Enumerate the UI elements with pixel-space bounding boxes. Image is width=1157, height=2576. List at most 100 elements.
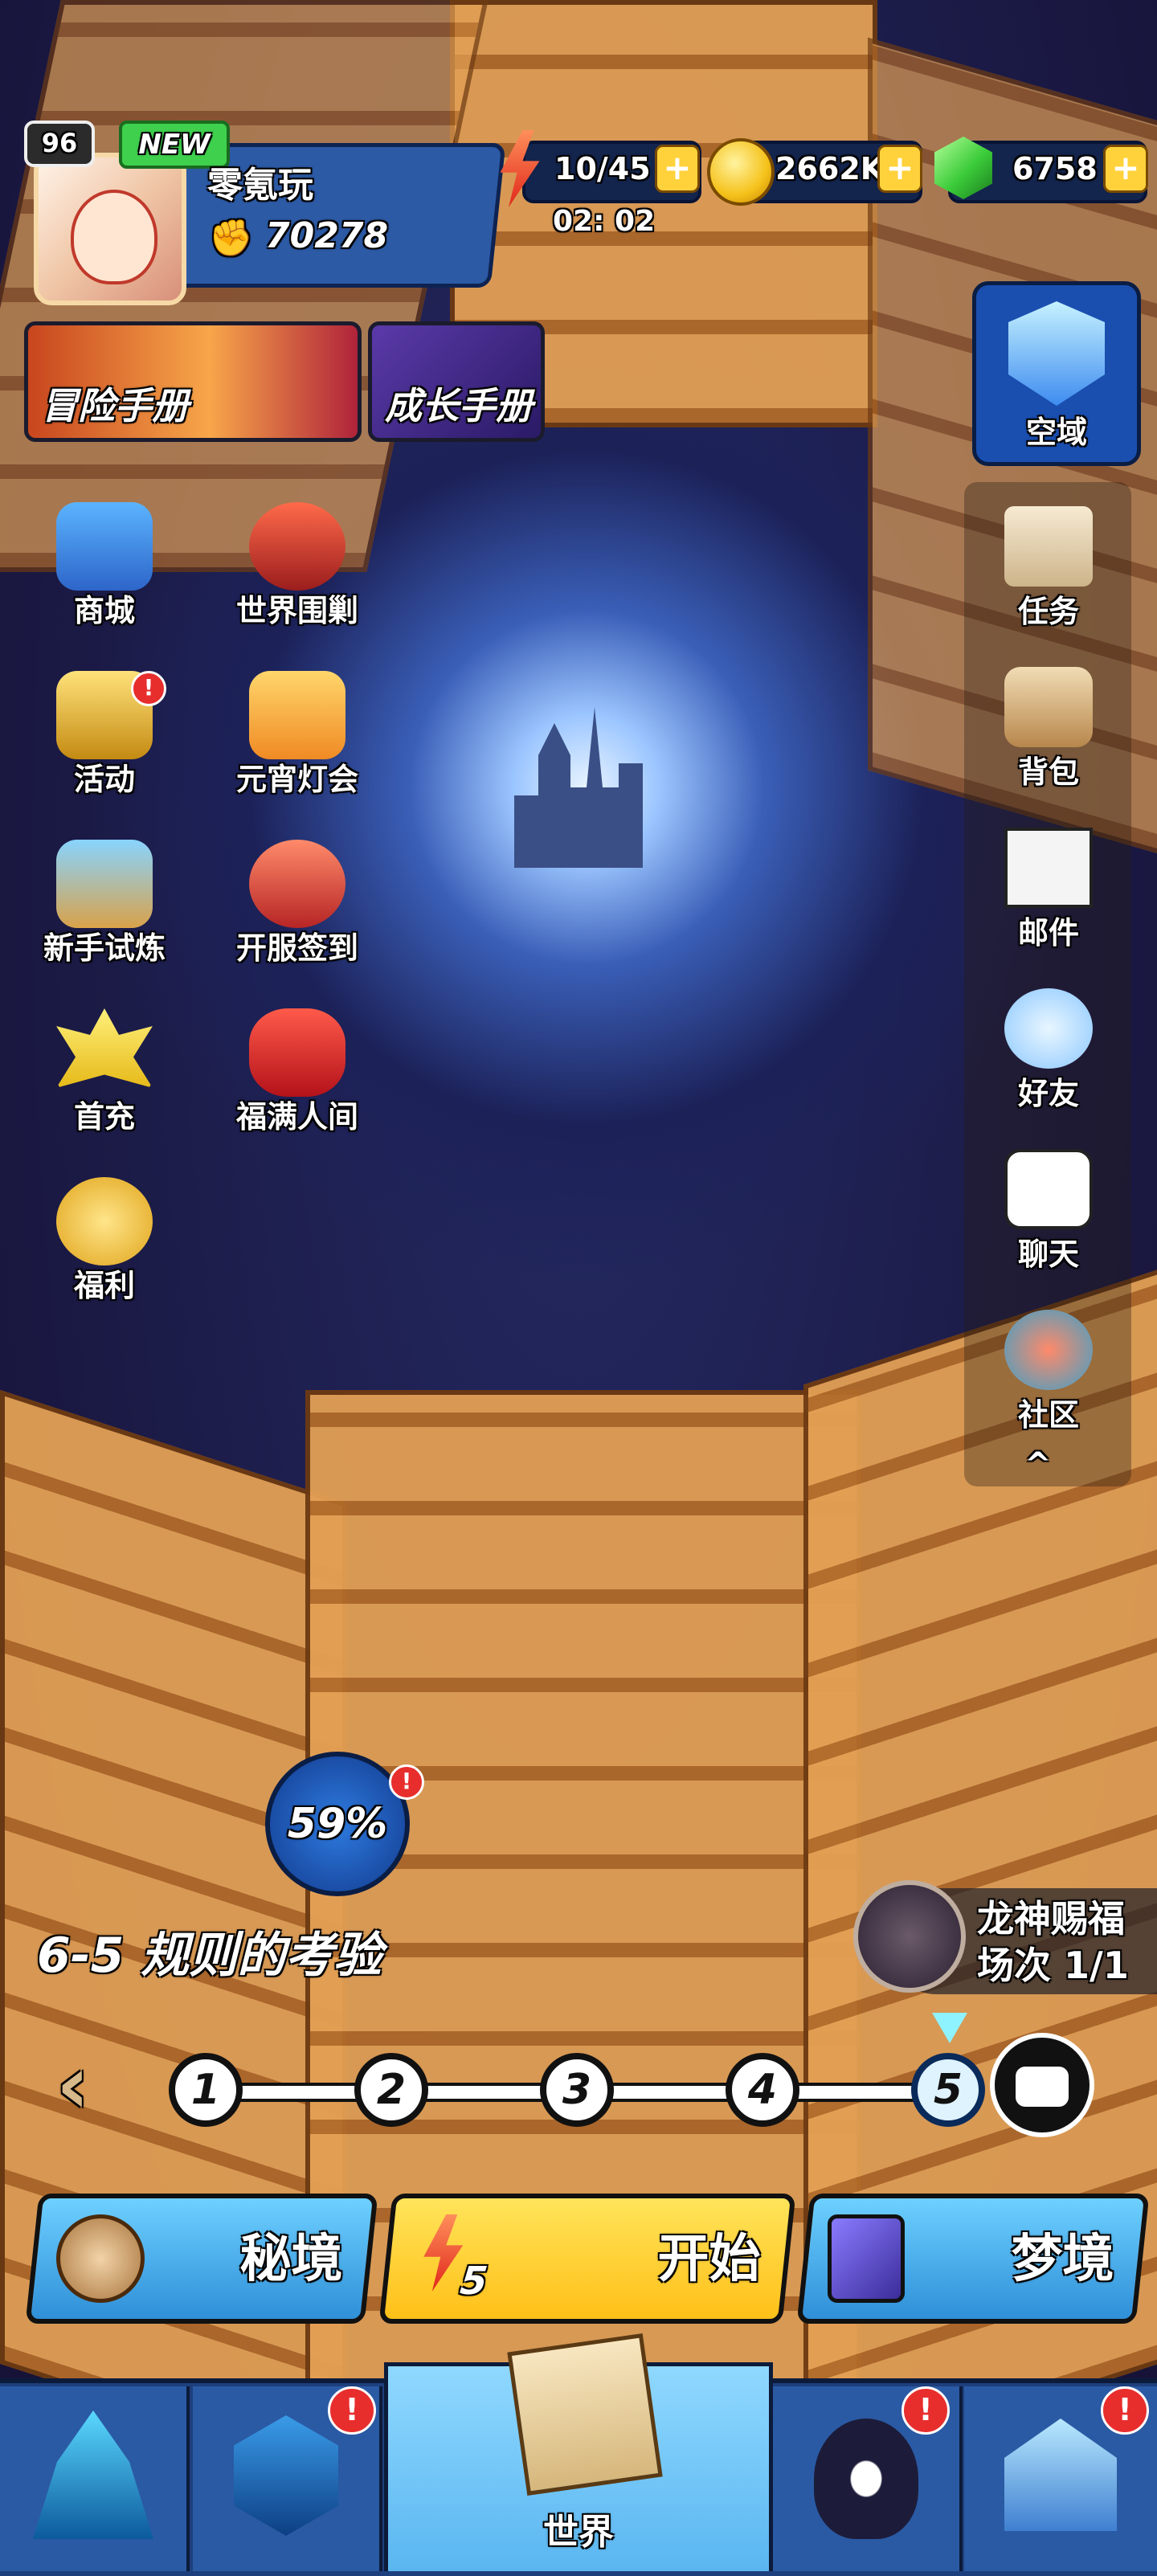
events-label: 活动 <box>73 762 135 797</box>
tab-base[interactable]: ! <box>964 2386 1157 2571</box>
shield-icon <box>1008 301 1105 406</box>
stage-node-5[interactable]: 5 <box>911 2053 985 2127</box>
friends-label: 好友 <box>1017 1076 1079 1111</box>
domain-label: 空域 <box>1025 415 1087 450</box>
avatar[interactable] <box>34 153 186 305</box>
ghost-friends-icon <box>1004 988 1093 1069</box>
collapse-arrow-icon[interactable]: ^ <box>1024 1446 1052 1483</box>
welfare-label: 福利 <box>73 1268 135 1303</box>
welfare-button[interactable]: 福利 <box>28 1177 181 1305</box>
community-creature-icon <box>1004 1310 1093 1390</box>
stage-chat-button[interactable] <box>990 2033 1094 2137</box>
tab-world-label: 世界 <box>543 2512 614 2553</box>
mail-button[interactable]: 邮件 <box>972 828 1125 952</box>
community-button[interactable]: 社区 <box>972 1310 1125 1434</box>
energy-plus-button[interactable]: + <box>655 145 700 193</box>
characters-alert-badge: ! <box>901 2386 950 2435</box>
ox-mascot-icon <box>249 840 345 928</box>
energy-timer: 02: 02 <box>553 205 656 238</box>
player-power: 70278 <box>265 215 389 256</box>
blessings-button[interactable]: 福满人间 <box>221 1008 374 1136</box>
first-recharge-button[interactable]: 首充 <box>28 1008 181 1136</box>
gem-plus-button[interactable]: + <box>1103 145 1148 193</box>
dragon-blessing-title: 龙神赐福 <box>977 1897 1125 1940</box>
dragon-icon <box>249 502 345 591</box>
bag-button[interactable]: 背包 <box>972 667 1125 791</box>
domain-button[interactable]: 空域 <box>972 281 1141 466</box>
mail-label: 邮件 <box>1017 915 1079 951</box>
crown-icon <box>56 1008 153 1088</box>
stage-node-1[interactable]: 1 <box>169 2053 243 2127</box>
tab-characters[interactable]: ! <box>773 2386 963 2571</box>
dreamland-label: 梦境 <box>1011 2230 1114 2289</box>
tab-heroes[interactable] <box>0 2386 190 2571</box>
lantern-icon <box>249 671 345 759</box>
book-icon <box>56 840 153 928</box>
adventure-handbook-label: 冒险手册 <box>41 384 189 427</box>
character-icon <box>814 2419 918 2539</box>
lantern-festival-button[interactable]: 元宵灯会 <box>221 671 374 799</box>
shop-label: 商城 <box>73 593 135 628</box>
crossed-swords-icon <box>853 1880 966 1993</box>
speech-bubble-icon <box>1016 2067 1069 2107</box>
quests-button[interactable]: 任务 <box>972 506 1125 631</box>
speech-bubble-icon <box>1004 1149 1093 1229</box>
dreamland-button[interactable]: 梦境 <box>796 2194 1150 2324</box>
chat-button[interactable]: 聊天 <box>972 1149 1125 1274</box>
player-profile[interactable]: 96 NEW 零氪玩 ✊ 70278 <box>24 121 506 305</box>
friends-button[interactable]: 好友 <box>972 988 1125 1113</box>
gold-plus-button[interactable]: + <box>877 145 922 193</box>
gem-value: 6758 <box>1012 151 1098 186</box>
house-icon <box>1004 2419 1117 2531</box>
chapter-progress-circle[interactable]: 59% <box>265 1752 410 1896</box>
shop-button[interactable]: 商城 <box>28 502 181 630</box>
first-recharge-label: 首充 <box>73 1099 135 1135</box>
events-button[interactable]: 活动 ! <box>28 671 181 799</box>
gold-coin-icon <box>707 138 775 206</box>
adventure-handbook-banner[interactable]: 冒险手册 <box>24 321 362 442</box>
newbie-trial-button[interactable]: 新手试炼 <box>28 840 181 967</box>
piggy-bank-icon <box>56 1177 153 1266</box>
base-alert-badge: ! <box>1101 2386 1149 2435</box>
world-siege-button[interactable]: 世界围剿 <box>221 502 374 630</box>
opening-checkin-button[interactable]: 开服签到 <box>221 840 374 967</box>
previous-arrow-icon[interactable]: ‹ <box>56 2045 89 2125</box>
player-name: 零氪玩 <box>207 165 313 206</box>
energy-value: 10/45 <box>554 151 651 186</box>
treasure-chest-icon <box>56 502 153 591</box>
start-cost: 5 <box>458 2259 490 2304</box>
chapter-title: 6-5 规则的考验 <box>37 1928 382 1984</box>
progress-alert-badge: ! <box>389 1764 424 1800</box>
stage-node-3[interactable]: 3 <box>540 2053 614 2127</box>
tab-world[interactable]: 世界 <box>384 2333 773 2571</box>
start-button[interactable]: 5 开始 <box>378 2194 796 2324</box>
secret-realm-button[interactable]: 秘境 <box>25 2194 378 2324</box>
events-alert-badge: ! <box>131 671 166 706</box>
opening-checkin-label: 开服签到 <box>235 930 358 966</box>
start-label: 开始 <box>657 2230 761 2289</box>
growth-handbook-banner[interactable]: 成长手册 <box>368 321 545 442</box>
gold-value: 2662K <box>775 151 885 186</box>
stage-node-4[interactable]: 4 <box>726 2053 799 2127</box>
castle-silhouette-icon <box>482 707 691 868</box>
bag-label: 背包 <box>1017 754 1079 790</box>
chat-label: 聊天 <box>1017 1237 1079 1272</box>
secret-realm-label: 秘境 <box>239 2230 343 2289</box>
guild-alert-badge: ! <box>328 2386 376 2435</box>
dragon-blessing-count: 场次 1/1 <box>977 1944 1129 1987</box>
envelope-icon <box>1004 828 1093 908</box>
newbie-trial-label: 新手试炼 <box>43 930 166 966</box>
hexagon-emblem-icon <box>234 2415 338 2536</box>
crystal-tree-icon <box>33 2410 153 2539</box>
power-fist-icon: ✊ <box>209 218 253 259</box>
tab-guild[interactable]: ! <box>193 2386 382 2571</box>
stage-node-2[interactable]: 2 <box>354 2053 428 2127</box>
world-siege-label: 世界围剿 <box>235 593 358 628</box>
progress-percent: 59% <box>287 1800 388 1848</box>
quests-label: 任务 <box>1017 594 1079 629</box>
treasure-map-icon <box>507 2333 663 2496</box>
scroll-icon <box>1004 506 1093 587</box>
firecracker-icon <box>249 1008 345 1097</box>
backpack-icon <box>1004 667 1093 747</box>
lantern-festival-label: 元宵灯会 <box>235 762 358 797</box>
